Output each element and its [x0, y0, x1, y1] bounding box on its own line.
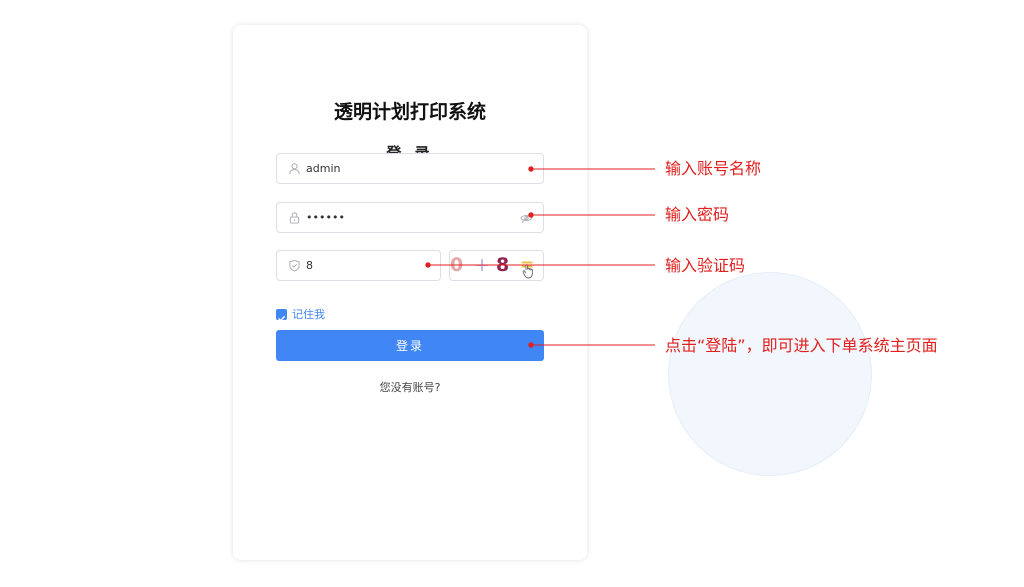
screenshot-stage: 透明计划打印系统 登 录 admin •••••• — [0, 0, 1024, 587]
shield-icon — [289, 259, 300, 272]
captcha-char: + — [474, 254, 490, 276]
username-field[interactable]: admin — [276, 153, 544, 184]
app-title: 透明计划打印系统 — [333, 101, 486, 123]
decorative-circle — [668, 272, 872, 476]
lock-icon — [289, 212, 300, 224]
register-link[interactable]: 您没有账号? — [233, 379, 587, 395]
annotation-password: 输入密码 — [665, 205, 730, 224]
checkbox-checked-icon[interactable] — [276, 309, 287, 322]
captcha-image[interactable]: 0 + 8 = — [449, 250, 544, 281]
username-value: admin — [306, 162, 341, 175]
password-field[interactable]: •••••• — [276, 202, 544, 233]
annotation-login: 点击“登陆”，即可进入下单系统主页面 — [665, 336, 938, 355]
login-button[interactable]: 登录 — [276, 330, 544, 361]
captcha-char: 8 — [496, 254, 510, 276]
captcha-char: 0 — [450, 254, 464, 276]
captcha-value: 8 — [306, 259, 313, 272]
remember-me-label: 记住我 — [292, 308, 325, 321]
annotation-captcha: 输入验证码 — [665, 256, 746, 275]
login-card: 透明计划打印系统 登 录 admin •••••• — [233, 25, 587, 560]
annotation-username: 输入账号名称 — [665, 159, 762, 178]
user-icon — [289, 163, 300, 175]
hand-pointer-icon — [522, 264, 533, 279]
eye-icon[interactable] — [520, 212, 533, 224]
captcha-field[interactable]: 8 — [276, 250, 441, 281]
password-value: •••••• — [306, 211, 345, 224]
